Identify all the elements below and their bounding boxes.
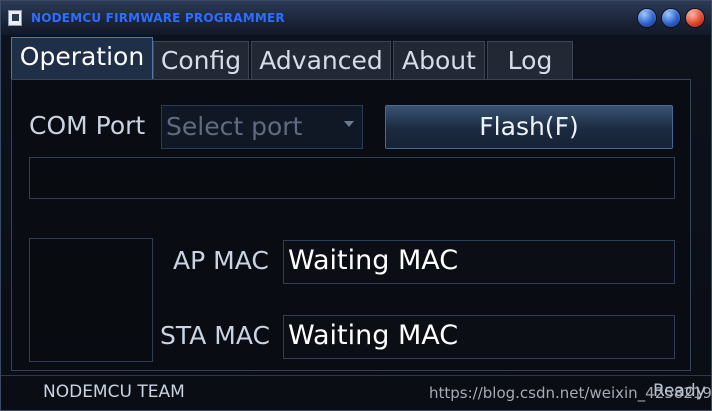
qr-code-panel — [29, 238, 153, 362]
tab-advanced[interactable]: Advanced — [251, 41, 391, 79]
ap-mac-field[interactable]: Waiting MAC — [283, 240, 675, 284]
tab-about[interactable]: About — [393, 41, 485, 79]
team-label: NODEMCU TEAM — [43, 382, 185, 402]
sta-mac-label: STA MAC — [160, 321, 270, 350]
app-window: NODEMCU FIRMWARE PROGRAMMER Operation Co… — [0, 0, 712, 411]
com-port-label: COM Port — [29, 111, 146, 140]
flash-button[interactable]: Flash(F) — [385, 105, 673, 149]
tab-log[interactable]: Log — [487, 41, 573, 79]
tab-config[interactable]: Config — [153, 41, 249, 79]
close-icon[interactable] — [686, 9, 704, 27]
com-port-select[interactable]: Select port — [161, 105, 363, 149]
app-icon — [8, 10, 22, 26]
flash-progress-bar — [29, 157, 675, 199]
ap-mac-label: AP MAC — [173, 246, 269, 275]
status-bar: NODEMCU TEAM https://blog.csdn.net/weixi… — [1, 375, 712, 411]
status-ready: Ready — [653, 381, 706, 401]
com-port-placeholder: Select port — [166, 112, 303, 141]
window-title: NODEMCU FIRMWARE PROGRAMMER — [31, 11, 285, 25]
chevron-down-icon — [344, 121, 354, 127]
tab-operation[interactable]: Operation — [11, 37, 153, 79]
title-bar[interactable]: NODEMCU FIRMWARE PROGRAMMER — [1, 1, 711, 35]
maximize-icon[interactable] — [662, 9, 680, 27]
minimize-icon[interactable] — [638, 9, 656, 27]
sta-mac-field[interactable]: Waiting MAC — [283, 315, 675, 359]
